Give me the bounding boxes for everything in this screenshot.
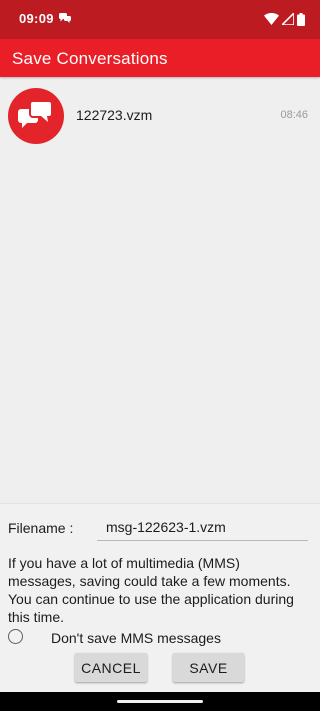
dont-save-mms-label[interactable]: Don't save MMS messages	[51, 630, 221, 646]
dont-save-mms-radio[interactable]	[8, 629, 23, 644]
mms-info-text: If you have a lot of multimedia (MMS) me…	[8, 555, 294, 625]
file-name: 122723.vzm	[76, 107, 153, 123]
status-bar: 09:09	[0, 0, 320, 39]
navigation-bar	[0, 692, 320, 711]
chat-notification-icon	[59, 13, 71, 23]
filename-label: Filename :	[8, 520, 74, 536]
app-bar: Save Conversations	[0, 39, 320, 77]
wifi-icon	[264, 13, 279, 25]
cancel-button[interactable]: CANCEL	[75, 653, 147, 682]
cell-signal-icon	[282, 13, 294, 25]
page-title: Save Conversations	[12, 49, 168, 68]
filename-input[interactable]	[97, 513, 308, 541]
status-time: 09:09	[19, 11, 54, 26]
status-icons	[264, 11, 305, 27]
battery-icon	[297, 12, 305, 26]
dont-save-mms-option[interactable]: Don't save MMS messages	[8, 629, 308, 647]
save-options-panel: Filename : If you have a lot of multimed…	[0, 503, 320, 693]
save-button[interactable]: SAVE	[173, 653, 244, 682]
home-gesture-handle[interactable]	[117, 700, 203, 703]
chat-bubbles-icon	[8, 88, 64, 144]
file-timestamp: 08:46	[280, 109, 308, 121]
file-list-item[interactable]: 122723.vzm 08:46	[0, 88, 320, 144]
